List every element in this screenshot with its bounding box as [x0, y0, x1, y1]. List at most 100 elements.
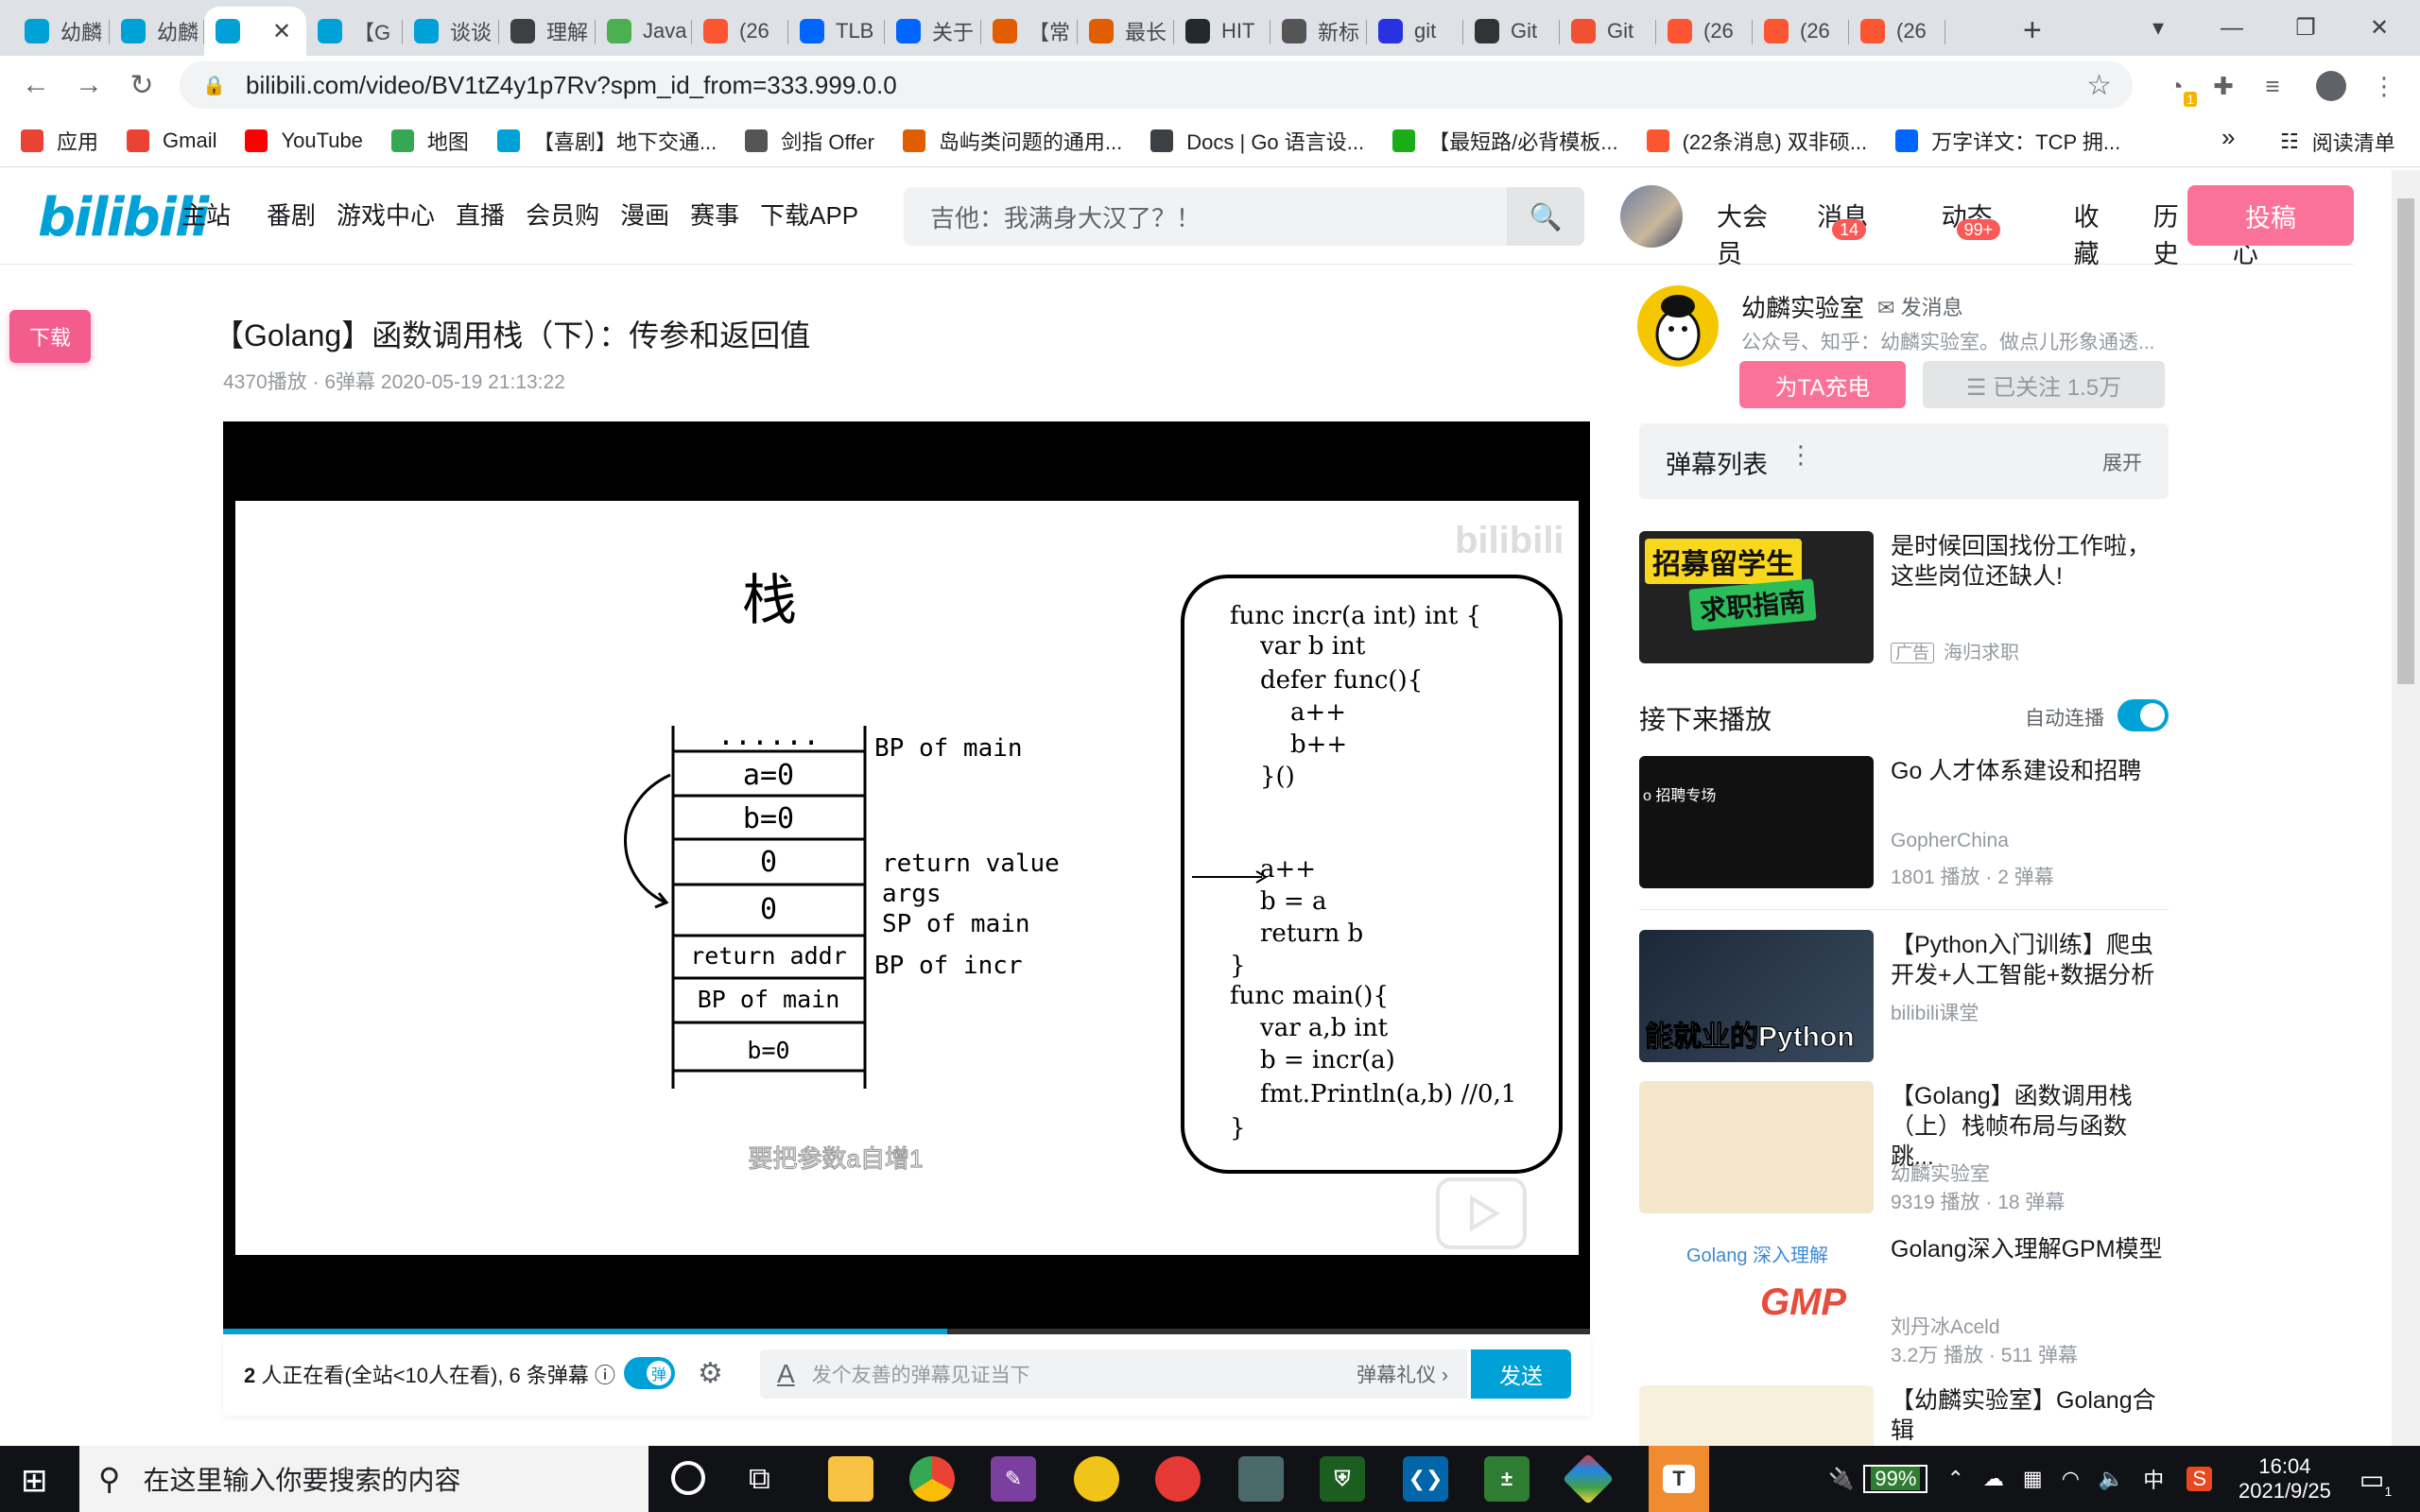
forward-button[interactable]: → — [62, 69, 115, 101]
autoplay-toggle[interactable] — [2118, 699, 2169, 731]
extension-icon[interactable]: ◔ 1 — [2155, 65, 2197, 107]
user-nav-item[interactable]: 消息14 — [1817, 197, 1920, 270]
bookmark-item[interactable]: Docs | Go 语言设... — [1150, 126, 1364, 156]
site-nav-item[interactable]: 番剧 — [267, 197, 316, 232]
close-tab-icon[interactable]: ✕ — [272, 18, 291, 45]
url-text[interactable]: bilibili.com/video/BV1tZ4y1p7Rv?spm_id_f… — [246, 71, 897, 100]
clock[interactable]: 16:04 2021/9/25 — [2238, 1454, 2331, 1503]
browser-tab[interactable]: ✕ — [204, 7, 306, 56]
profile-icon[interactable] — [2310, 65, 2352, 107]
bookmark-star-icon[interactable]: ☆ — [2086, 69, 2112, 102]
recommended-title[interactable]: Go 人才体系建设和招聘 — [1891, 756, 2169, 786]
git-icon[interactable]: ± — [1484, 1456, 1530, 1502]
battery-indicator[interactable]: 99% — [1863, 1465, 1928, 1493]
browser-tab[interactable]: git — [1367, 7, 1463, 56]
bookmark-item[interactable]: 万字详文：TCP 拥... — [1895, 126, 2120, 156]
start-button[interactable]: ⊞ — [21, 1462, 48, 1500]
search-icon[interactable]: 🔍 — [1507, 187, 1584, 246]
video-thumbnail[interactable] — [1639, 1081, 1874, 1213]
browser-tab[interactable]: TLB — [788, 7, 885, 56]
app-diamond-icon[interactable] — [1562, 1452, 1615, 1505]
recommended-video[interactable]: 能就业的Python 【Python入门训练】爬虫开发+人工智能+数据分析 bili… — [1639, 930, 2169, 1064]
danmaku-settings-icon[interactable]: ⚙ — [698, 1357, 723, 1390]
site-nav-item[interactable]: 赛事 — [690, 197, 739, 232]
download-float-button[interactable]: 下载 — [9, 310, 91, 363]
close-window-button[interactable]: ✕ — [2342, 0, 2416, 56]
media-control-icon[interactable]: ≡ — [2252, 65, 2293, 107]
bookmark-item[interactable]: 【最短路/必背模板... — [1392, 126, 1618, 156]
recommended-author[interactable]: 幼麟实验室 — [1891, 1159, 1990, 1187]
wifi-icon[interactable]: ◠ — [2062, 1467, 2080, 1491]
network-icon[interactable]: ▦ — [2023, 1467, 2043, 1491]
url-bar[interactable]: 🔒 bilibili.com/video/BV1tZ4y1p7Rv?spm_id… — [180, 61, 2133, 109]
danmaku-toggle[interactable]: 弹 — [624, 1357, 675, 1389]
site-search[interactable]: 吉他：我满身大汉了？！ 🔍 — [904, 187, 1584, 246]
recommended-video[interactable]: 【幼麟实验室】Golang合辑 — [1639, 1385, 2169, 1446]
browser-tab[interactable]: 幼麟 — [110, 7, 204, 56]
user-nav-item[interactable]: 动态99+ — [1942, 197, 2053, 270]
site-nav-item[interactable]: 主站 — [182, 197, 231, 232]
video-thumbnail[interactable]: o 招聘专场 — [1639, 756, 1874, 888]
browser-tab[interactable]: Java — [596, 7, 692, 56]
bookmark-item[interactable]: 应用 — [21, 126, 98, 156]
more-bookmarks-button[interactable]: » — [2221, 123, 2235, 152]
site-nav-item[interactable]: 漫画 — [620, 197, 669, 232]
reload-button[interactable]: ↻ — [115, 69, 168, 102]
chrome-icon[interactable] — [909, 1456, 955, 1502]
site-nav-item[interactable]: 游戏中心 — [337, 197, 435, 232]
upload-button[interactable]: 投稿 — [2187, 185, 2354, 246]
shield-icon[interactable]: ⛨ — [1320, 1456, 1365, 1502]
file-explorer-icon[interactable] — [828, 1456, 873, 1502]
recommended-video[interactable]: o 招聘专场 Go 人才体系建设和招聘 GopherChina 1801 播放 · 2… — [1639, 756, 2169, 890]
app-window-icon[interactable] — [1238, 1456, 1284, 1502]
user-nav-item[interactable]: 收藏 — [2074, 197, 2133, 270]
notification-icon[interactable]: ▭ 1 — [2360, 1464, 2392, 1499]
onenote-icon[interactable]: ✎ — [991, 1456, 1036, 1502]
recommended-author[interactable]: GopherChina — [1891, 830, 2009, 852]
more-options-icon[interactable]: ⋮ — [1789, 440, 1813, 470]
new-tab-button[interactable]: + — [1998, 6, 2066, 55]
browser-menu-icon[interactable]: ⋮ — [2363, 65, 2405, 107]
app-red-icon[interactable] — [1155, 1456, 1201, 1502]
recommended-title[interactable]: 【Python入门训练】爬虫开发+人工智能+数据分析 — [1891, 930, 2169, 990]
video-thumbnail[interactable]: GMP Golang 深入理解 — [1639, 1234, 1874, 1366]
site-nav-item[interactable]: 会员购 — [526, 197, 599, 232]
page-scrollbar[interactable] — [2392, 170, 2420, 1446]
danmaku-style-icon[interactable]: A — [777, 1359, 795, 1389]
sogou-icon[interactable]: S — [2187, 1467, 2212, 1491]
bookmark-item[interactable]: YouTube — [245, 129, 363, 153]
site-nav-item[interactable]: 直播 — [456, 197, 505, 232]
volume-icon[interactable]: 🔈 — [2099, 1467, 2124, 1491]
video-player[interactable]: 栈 ...... a=0 b=0 0 0 return addr BP of main b=0… — [223, 421, 1590, 1334]
user-avatar[interactable] — [1620, 185, 1683, 248]
cloud-icon[interactable]: ☁ — [1983, 1467, 2004, 1491]
ad-thumbnail[interactable]: 招募留学生 求职指南 — [1639, 531, 1874, 663]
video-thumbnail[interactable] — [1639, 1385, 1874, 1446]
task-view-icon[interactable]: ⧉ — [749, 1461, 770, 1497]
danmaku-input-placeholder[interactable]: 发个友善的弹幕见证当下 — [812, 1360, 1030, 1388]
browser-tab[interactable]: Git — [1463, 7, 1560, 56]
browser-tab[interactable]: (26 — [692, 7, 788, 56]
browser-tab[interactable]: 【常 — [981, 7, 1078, 56]
browser-tab[interactable]: 【G — [306, 7, 403, 56]
browser-tab[interactable]: (26 — [1849, 7, 1945, 56]
ad-card[interactable]: 招募留学生 求职指南 是时候回国找份工作啦，这些岗位还缺人! 广告 海归求职 — [1639, 531, 2169, 665]
help-icon[interactable]: ⓘ — [595, 1364, 615, 1387]
ime-indicator[interactable]: 中 — [2143, 1464, 2164, 1494]
browser-tab[interactable]: 最长 — [1078, 7, 1174, 56]
browser-tab[interactable]: 幼麟 — [13, 7, 110, 56]
follow-button[interactable]: ☰ 已关注 1.5万 — [1923, 361, 2165, 408]
vscode-icon[interactable]: ❮❯ — [1403, 1456, 1448, 1502]
user-nav-item[interactable]: 大会员 — [1717, 197, 1796, 270]
browser-tab[interactable]: Git — [1560, 7, 1656, 56]
bookmark-item[interactable]: 剑指 Offer — [745, 126, 874, 156]
back-button[interactable]: ← — [9, 69, 62, 101]
bookmark-item[interactable]: Gmail — [127, 129, 216, 153]
video-thumbnail[interactable]: 能就业的Python — [1639, 930, 1874, 1062]
browser-tab[interactable]: 关于 — [885, 7, 981, 56]
recommended-author[interactable]: 刘丹冰Aceld — [1891, 1312, 2000, 1340]
recommended-title[interactable]: Golang深入理解GPM模型 — [1891, 1234, 2169, 1264]
cortana-icon[interactable] — [671, 1461, 705, 1495]
uploader-name[interactable]: 幼麟实验室 — [1741, 289, 1864, 324]
browser-tab[interactable]: (26 — [1753, 7, 1849, 56]
